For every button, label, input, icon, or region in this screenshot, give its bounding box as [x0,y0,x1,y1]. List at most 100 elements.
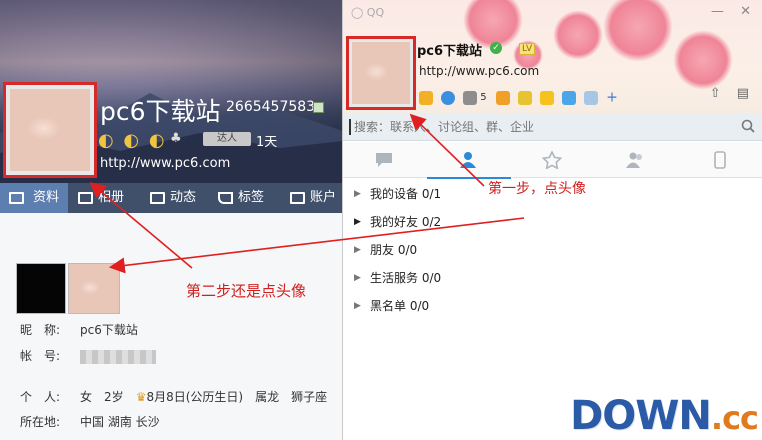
expand-arrow-icon: ▶ [354,189,361,199]
expand-arrow-icon: ▶ [354,301,361,311]
profile-card-icon [9,192,24,204]
qq-signature[interactable]: http://www.pc6.com [419,64,539,78]
profile-tabs: 资料 相册 动态 标签 账户 [0,183,343,213]
search-icon[interactable] [741,119,755,133]
search-input[interactable] [349,119,719,135]
group-icon [626,152,642,168]
avatar-thumbnail[interactable] [68,263,120,314]
photo-thumbnail[interactable] [16,263,66,314]
profile-url[interactable]: http://www.pc6.com [100,156,230,171]
field-label: 个 人: [20,390,61,404]
group-name: 朋友 [370,243,395,257]
header-tools[interactable]: ⇧ ▤ [710,86,755,101]
crown-icon: ♛ [135,390,147,404]
main-tabs [343,142,762,179]
watermark-logo: DOWN.cc [570,393,759,439]
constellation-value: 狮子座 [291,390,328,404]
album-icon [78,192,93,204]
weiyun-app-icon[interactable] [561,90,576,105]
mail-app-icon[interactable] [463,90,478,105]
blossom-decoration [673,30,733,90]
qq-penguin-icon: ◯ QQ [351,6,385,19]
star-icon [542,151,562,169]
online-days: 1天 [256,135,278,150]
expand-arrow-icon: ▶ [354,217,361,227]
tab-label: 动态 [170,190,197,205]
watermark-suffix: .cc [710,399,759,437]
expand-arrow-icon: ▶ [354,273,361,283]
group-count: 0/0 [397,243,418,257]
talent-badge: 达人 [203,132,251,146]
gender-value: 女 [80,390,93,404]
profile-qq-number: 2665457583 [226,99,316,115]
star-app-icon[interactable] [419,90,433,105]
avatar-image [10,89,90,171]
field-value: 中国 湖南 长沙 [80,415,160,429]
penguin-icon: ♣ [170,131,182,146]
tab-profile[interactable]: 资料 [0,183,68,213]
feed-icon [150,192,165,204]
group-name: 生活服务 [370,271,419,285]
watermark-main: DOWN [570,393,712,439]
group-count: 0/1 [421,187,442,201]
profile-avatar[interactable] [3,82,97,178]
game-app-icon[interactable] [517,90,532,105]
tab-account[interactable]: 账户 [288,183,336,213]
group-my-friends[interactable]: ▶ 我的好友 0/2 [343,208,762,236]
group-life-services[interactable]: ▶ 生活服务 0/0 [343,264,762,292]
group-count: 0/0 [409,299,430,313]
account-row: 帐 号: [20,347,156,364]
tab-contacts[interactable] [427,142,511,179]
blurred-account-number [80,349,156,364]
tab-label: 账户 [310,190,337,205]
music-app-icon[interactable] [539,90,554,105]
tab-groups[interactable] [595,142,679,178]
chat-app-icon[interactable] [584,90,599,105]
tab-messages[interactable] [343,142,427,178]
edit-icon[interactable] [313,102,324,113]
tab-devices[interactable] [679,142,762,178]
profile-nickname: pc6下载站 [100,97,221,126]
tab-tags[interactable]: 标签 [216,183,264,213]
phone-icon [714,151,726,169]
online-status-icon[interactable]: ✓ [490,42,502,54]
field-value: pc6下载站 [80,323,138,337]
briefcase-icon [290,192,305,204]
step2-annotation: 第二步还是点头像 [186,282,307,300]
mail-count: 5 [480,92,487,103]
qq-skin-banner: ◯ QQ — ✕ pc6下载站 ✓ LV http://www.pc6.com … [343,0,762,113]
qq-nickname: pc6下载站 [417,44,483,59]
level-badge: LV [519,43,536,55]
contact-icon [460,152,476,168]
zone-app-icon[interactable] [441,90,456,105]
group-blacklist[interactable]: ▶ 黑名单 0/0 [343,292,762,320]
zodiac-value: 属龙 [255,390,280,404]
qq-avatar[interactable] [346,36,416,110]
contact-group-list: ▶ 我的设备 0/1 ▶ 我的好友 0/2 ▶ 朋友 0/0 ▶ 生活服务 0/0 ▶ 黑… [343,180,762,320]
window-controls[interactable]: — ✕ [711,4,757,19]
personal-row: 个 人: 女 2岁 ♛8月8日(公历生日) 属龙 狮子座 [20,388,327,405]
age-value: 2岁 [104,390,124,404]
location-row: 所在地: 中国 湖南 长沙 [20,413,160,430]
tab-feed[interactable]: 动态 [148,183,196,213]
app-icon-bar: 5 + [419,87,618,106]
add-app-icon[interactable]: + [606,90,618,106]
step1-annotation: 第一步，点头像 [488,181,586,197]
group-friends[interactable]: ▶ 朋友 0/0 [343,236,762,264]
field-label: 帐 号: [20,349,61,363]
group-name: 我的好友 [370,215,419,229]
tab-favorites[interactable] [511,142,595,178]
group-count: 0/0 [421,271,442,285]
blossom-decoration [603,0,673,62]
group-name: 黑名单 [370,299,407,313]
nickname-row: 昵 称: pc6下载站 [20,321,138,338]
qq-main-window: ◯ QQ — ✕ pc6下载站 ✓ LV http://www.pc6.com … [342,0,762,440]
wallet-app-icon[interactable] [495,90,510,105]
tab-label: 资料 [33,190,60,205]
tab-album[interactable]: 相册 [76,183,124,213]
profile-card-window: pc6下载站 2665457583 ◐ ◐ ◐ ♣ 达人 1天 http://w… [0,0,343,440]
expand-arrow-icon: ▶ [354,245,361,255]
field-label: 所在地: [20,415,61,429]
level-moons: ◐ ◐ ◐ [98,130,167,151]
avatar-image [352,42,410,104]
